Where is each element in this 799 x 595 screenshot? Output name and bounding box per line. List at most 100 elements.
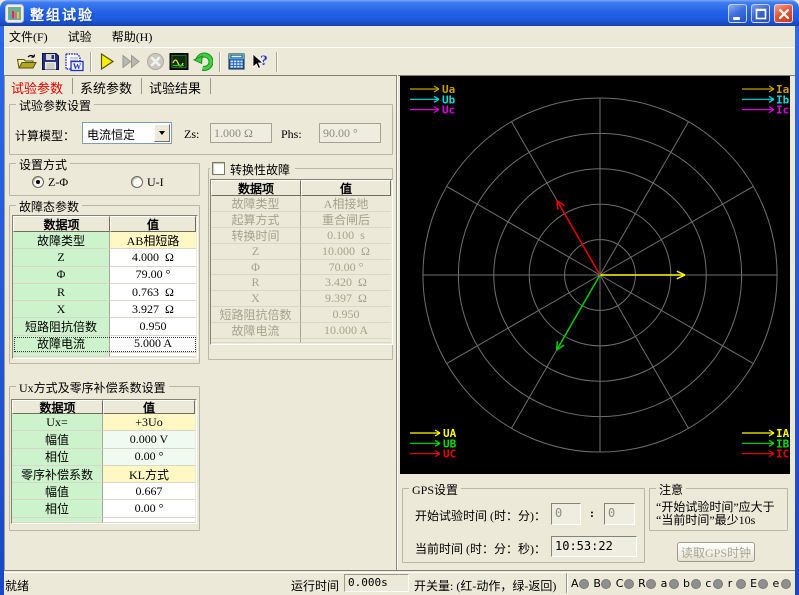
table-value-cell[interactable]: 0.667 (103, 483, 195, 500)
table-value-cell[interactable]: 0.000 V (103, 431, 195, 448)
table-value-cell[interactable]: 0.00 ° (103, 449, 195, 466)
switch-label: e (773, 577, 781, 590)
svg-text:Uc: Uc (442, 104, 455, 117)
table-label-cell (13, 353, 110, 357)
table-value-cell[interactable]: 0.763 Ω (110, 284, 196, 301)
switch-quantity-label: 开关量: (红-动作，绿-返回) (414, 577, 556, 594)
test-parameter-group-title: 试验参数设置 (16, 97, 94, 114)
table-value-cell (103, 518, 195, 523)
table-label-cell: X (13, 301, 110, 318)
open-button[interactable] (14, 50, 38, 74)
calc-model-label: 计算模型： (15, 127, 75, 144)
word-report-button[interactable]: W (62, 50, 86, 74)
waveform-view-button[interactable] (167, 50, 191, 74)
table-label-cell: Z (13, 249, 110, 266)
table-value-cell[interactable]: 0.950 (301, 307, 391, 323)
table-header-cell: 值 (110, 216, 196, 232)
table-value-cell[interactable]: 3.420 Ω (301, 275, 391, 291)
stop-button[interactable] (143, 50, 167, 74)
table-label-cell: 转换时间 (211, 228, 301, 244)
switch-state-dot (736, 579, 746, 589)
table-value-cell[interactable]: 重合闸后 (301, 212, 391, 228)
note-group-title: 注意 (656, 481, 686, 498)
calc-model-value: 电流恒定 (87, 126, 135, 143)
table-label-cell: 故障电流 (211, 323, 301, 339)
radio-z-phi-label: Z-Φ (48, 175, 68, 190)
table-header: 数据项值 (13, 216, 197, 232)
table-row: 短路阻抗倍数0.950 (13, 318, 197, 335)
close-button[interactable] (774, 4, 793, 23)
context-help-button[interactable]: ? (248, 50, 272, 74)
maximize-button[interactable] (751, 4, 770, 23)
table-row: 故障类型AB相短路 (13, 232, 197, 249)
runtime-value-box: 0.000s (344, 574, 409, 592)
svg-text:IC: IC (776, 448, 789, 461)
menu-bar: 文件(F) 试验帮助(H) (4, 26, 795, 47)
tab-1[interactable]: 系统参数 (78, 78, 142, 94)
combobox-dropdown-button[interactable] (154, 124, 170, 142)
switch-state-dot (579, 579, 589, 589)
table-row: 转换时间0.100 s (211, 228, 392, 244)
table-value-cell[interactable]: +3Uo (103, 414, 195, 431)
table-value-cell[interactable]: 0.00 ° (103, 500, 195, 517)
table-header-cell: 数据项 (12, 400, 103, 414)
table-value-cell[interactable]: 79.00 ° (110, 267, 196, 284)
table-value-cell (110, 353, 196, 357)
table-value-cell[interactable]: 0.100 s (301, 228, 391, 244)
menu-item-2[interactable]: 帮助(H) (107, 26, 162, 47)
table-value-cell[interactable]: A相接地 (301, 196, 391, 212)
table-row: X9.397 Ω (211, 291, 392, 307)
table-label-cell: 起算方式 (211, 212, 301, 228)
table-label-cell: 幅值 (12, 431, 103, 448)
table-label-cell: Ux= (12, 414, 103, 431)
radio-z-phi[interactable] (32, 176, 44, 188)
table-value-cell[interactable]: 9.397 Ω (301, 291, 391, 307)
calc-model-combobox[interactable]: 电流恒定 (82, 122, 172, 144)
table-row: 相位0.00 ° (12, 500, 196, 517)
calculator-button[interactable] (224, 50, 248, 74)
switch-state-dot (691, 579, 701, 589)
minimize-button[interactable] (728, 4, 747, 23)
menu-item-0[interactable]: 文件(F) (4, 26, 57, 47)
tab-2[interactable]: 试验结果 (147, 78, 211, 94)
table-row: 故障电流10.000 A (211, 323, 392, 339)
switch-indicator-b: b (683, 577, 705, 590)
svg-text:Ic: Ic (776, 104, 789, 117)
table-value-cell[interactable]: 0.950 (110, 318, 196, 335)
table-label-cell: 短路阻抗倍数 (13, 318, 110, 335)
undo-button[interactable] (191, 50, 215, 74)
table-value-cell[interactable]: 5.000 A (110, 336, 196, 353)
tab-0[interactable]: 试验参数 (9, 78, 73, 94)
read-gps-clock-button[interactable]: 读取GPS时钟 (677, 542, 755, 562)
convert-fault-table: 数据项值故障类型A相接地起算方式重合闸后转换时间0.100 sZ10.000 Ω… (210, 179, 393, 345)
table-value-cell[interactable]: 4.000 Ω (110, 249, 196, 266)
table-label-cell (12, 518, 103, 523)
table-value-cell (301, 339, 391, 343)
table-value-cell[interactable]: 10.000 A (301, 323, 391, 339)
table-value-cell[interactable]: 3.927 Ω (110, 301, 196, 318)
start-test-button[interactable] (95, 50, 119, 74)
toolbar-separator (90, 52, 91, 72)
table-value-cell[interactable]: AB相短路 (110, 232, 196, 249)
gps-now-field[interactable]: 10:53:22 (551, 536, 637, 557)
svg-text:UC: UC (443, 448, 456, 461)
convert-fault-checkbox[interactable] (212, 162, 225, 175)
phs-label: Phs: (281, 127, 302, 142)
fast-forward-button[interactable] (119, 50, 143, 74)
radio-u-i-label: U-I (147, 175, 164, 190)
table-value-cell[interactable]: 70.00 ° (301, 260, 391, 276)
table-value-cell[interactable]: KL方式 (103, 466, 195, 483)
save-button[interactable] (38, 50, 62, 74)
radio-u-i[interactable] (131, 176, 143, 188)
table-label-cell: 零序补偿系数 (12, 466, 103, 483)
menu-item-1[interactable]: 试验 (63, 26, 101, 47)
table-row: R0.763 Ω (13, 284, 197, 301)
table-label-cell: R (13, 284, 110, 301)
table-value-cell[interactable]: 10.000 Ω (301, 244, 391, 260)
gps-start-minute-field: 0 (604, 503, 635, 525)
gps-start-hour-field: 0 (551, 503, 581, 525)
table-row: Ux=+3Uo (12, 414, 196, 431)
app-window: 整组试验 文件(F)试验帮助(H) (0, 0, 799, 595)
table-label-cell: 故障类型 (211, 196, 301, 212)
tab-strip: 试验参数系统参数试验结果 (9, 78, 216, 94)
